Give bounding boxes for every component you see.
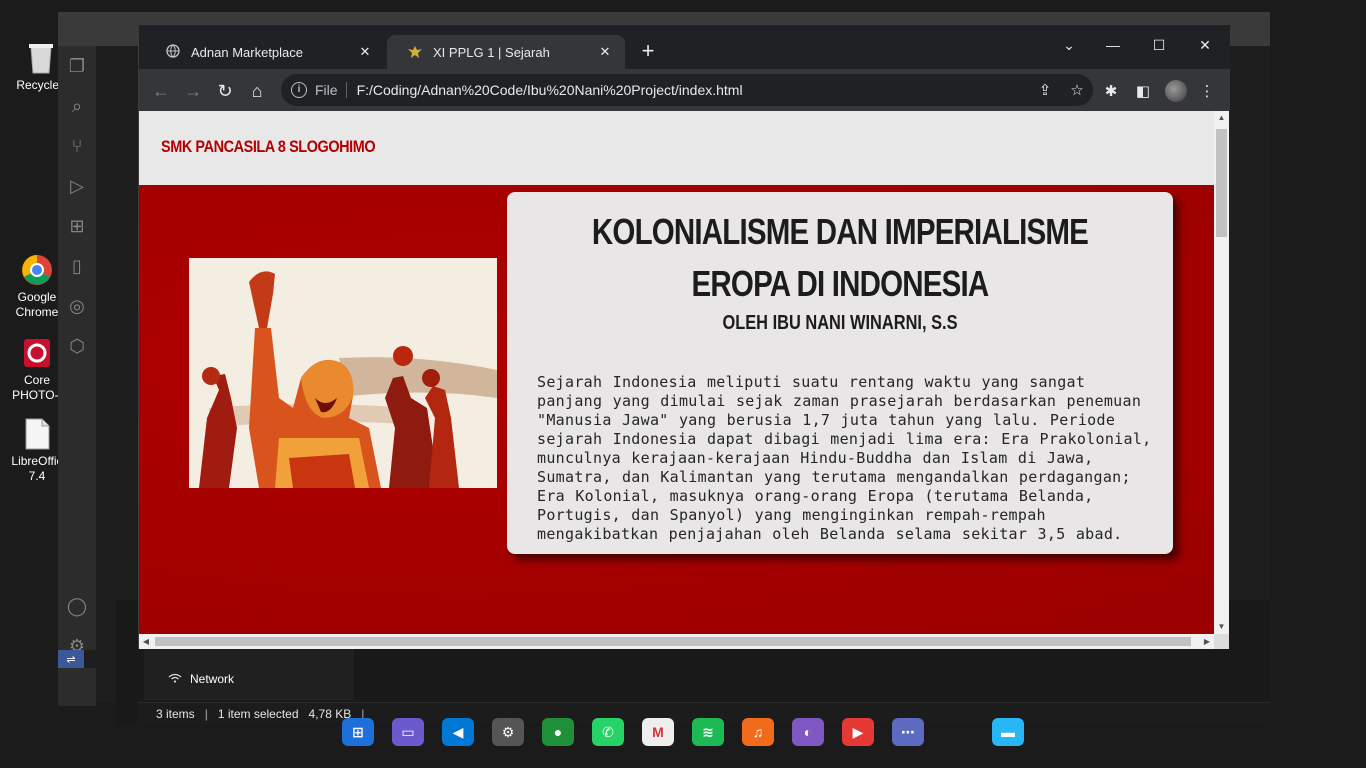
article-title-line2: EROPA DI INDONESIA	[691, 263, 990, 304]
account-icon[interactable]: ◯	[58, 586, 96, 626]
article-title-line1: KOLONIALISME DAN IMPERIALISME	[591, 211, 1089, 252]
side-panel-icon[interactable]: ◧	[1133, 81, 1153, 101]
garuda-icon	[407, 44, 423, 60]
scroll-right-arrow-icon[interactable]: ▶	[1200, 634, 1214, 649]
revolution-poster-image	[189, 258, 497, 488]
tab-adnan-marketplace[interactable]: Adnan Marketplace ✕	[145, 35, 385, 69]
gmail-taskbar-icon[interactable]: M	[642, 718, 674, 746]
article-card: KOLONIALISME DAN IMPERIALISME EROPA DI I…	[507, 192, 1173, 554]
corel-photo-icon	[21, 335, 53, 371]
new-tab-button[interactable]: +	[637, 40, 659, 63]
vscode-activity-bar: ❐ ⌕ ⑂ ▷ ⊞ ▯ ◎ ⬡ ◯ ⚙	[58, 46, 96, 706]
back-arrow-icon[interactable]: ←	[147, 77, 175, 105]
horizontal-scroll-thumb[interactable]	[155, 637, 1191, 646]
browser-window: Adnan Marketplace ✕ XI PPLG 1 | Sejarah …	[138, 24, 1230, 649]
libreoffice-icon	[21, 416, 53, 452]
messenger-taskbar-icon[interactable]: ◐	[792, 718, 824, 746]
chrome-icon	[21, 252, 53, 288]
minimize-button[interactable]: —	[1093, 31, 1133, 59]
close-window-button[interactable]: ✕	[1185, 31, 1225, 59]
teams-taskbar-icon[interactable]: ⋯	[892, 718, 924, 746]
tab-title: Adnan Marketplace	[191, 44, 304, 60]
article-author: OLEH IBU NANI WINARNI, S.S	[722, 312, 958, 334]
hero-section: KOLONIALISME DAN IMPERIALISME EROPA DI I…	[139, 185, 1214, 634]
bookmark-star-icon[interactable]: ☆	[1061, 81, 1093, 99]
whatsapp-taskbar-icon[interactable]: ✆	[592, 718, 624, 746]
tab-search-chevron-icon[interactable]: ⌄	[1049, 31, 1089, 59]
nav-item-label: Network	[190, 672, 235, 686]
share-icon[interactable]: ⇪	[1029, 81, 1061, 99]
tab-close-icon[interactable]: ✕	[357, 44, 373, 60]
spotify-taskbar-icon[interactable]: ≋	[692, 718, 724, 746]
page-viewport: SMK PANCASILA 8 SLOGOHIMO KOLONIALISME D…	[139, 111, 1214, 634]
vscode-taskbar-icon[interactable]: ◀	[442, 718, 474, 746]
nav-item-network[interactable]: Network	[168, 672, 234, 686]
recycle-bin-icon	[25, 40, 57, 76]
tab-strip: Adnan Marketplace ✕ XI PPLG 1 | Sejarah …	[139, 25, 1230, 69]
wifi-icon	[168, 672, 182, 686]
search-icon[interactable]: ⌕	[58, 86, 96, 126]
run-debug-icon[interactable]: ▷	[58, 166, 96, 206]
site-brand[interactable]: SMK PANCASILA 8 SLOGOHIMO	[161, 137, 376, 157]
home-icon[interactable]: ⌂	[243, 77, 271, 105]
scroll-left-arrow-icon[interactable]: ◀	[139, 634, 153, 649]
remote-icon[interactable]: ◎	[58, 286, 96, 326]
device-icon[interactable]: ▯	[58, 246, 96, 286]
vertical-scroll-thumb[interactable]	[1216, 129, 1227, 237]
url-scheme: File	[315, 82, 338, 98]
tab-sejarah[interactable]: XI PPLG 1 | Sejarah ✕	[387, 35, 625, 69]
site-info-icon[interactable]: i	[291, 82, 307, 98]
menu-kebab-icon[interactable]: ⋮	[1197, 81, 1217, 101]
settings-taskbar-icon[interactable]: ⚙	[492, 718, 524, 746]
tab-close-icon[interactable]: ✕	[597, 44, 613, 60]
globe-icon	[165, 44, 181, 60]
start-icon[interactable]: ⊞	[342, 718, 374, 746]
extensions-icon[interactable]: ⊞	[58, 206, 96, 246]
browser-toolbar: ← → ↻ ⌂ i File F:/Coding/Adnan%20Code/Ib…	[139, 69, 1230, 111]
scrollbar-corner	[1214, 634, 1229, 649]
extensions-puzzle-icon[interactable]: ✱	[1101, 81, 1121, 101]
youtube-taskbar-icon[interactable]: ▶	[842, 718, 874, 746]
profile-avatar[interactable]	[1165, 80, 1187, 102]
taskbar	[0, 716, 1366, 768]
forward-arrow-icon[interactable]: →	[179, 77, 207, 105]
taskbar-app-icon[interactable]: ▭	[392, 718, 424, 746]
source-control-icon[interactable]: ⑂	[58, 126, 96, 166]
music-taskbar-icon[interactable]: ♫	[742, 718, 774, 746]
docker-icon[interactable]: ⬡	[58, 326, 96, 366]
reload-icon[interactable]: ↻	[211, 77, 239, 105]
scroll-up-arrow-icon[interactable]: ▲	[1214, 111, 1229, 125]
scroll-down-arrow-icon[interactable]: ▼	[1214, 620, 1229, 634]
horizontal-scrollbar[interactable]: ◀ ▶	[139, 634, 1214, 649]
explorer-icon[interactable]: ❐	[58, 46, 96, 86]
article-body: Sejarah Indonesia meliputi suatu rentang…	[537, 373, 1152, 543]
vertical-scrollbar[interactable]: ▲ ▼	[1214, 111, 1229, 634]
remote-indicator-icon[interactable]: ⇌	[58, 650, 84, 668]
address-bar[interactable]: i File F:/Coding/Adnan%20Code/Ibu%20Nani…	[281, 74, 1093, 106]
chrome-taskbar-icon[interactable]: ●	[542, 718, 574, 746]
maximize-button[interactable]: ☐	[1139, 31, 1179, 59]
tab-title: XI PPLG 1 | Sejarah	[433, 44, 550, 60]
site-header: SMK PANCASILA 8 SLOGOHIMO	[139, 111, 1214, 185]
files-taskbar-icon[interactable]: ▬	[992, 718, 1024, 746]
url-text[interactable]: F:/Coding/Adnan%20Code/Ibu%20Nani%20Proj…	[357, 82, 1029, 98]
